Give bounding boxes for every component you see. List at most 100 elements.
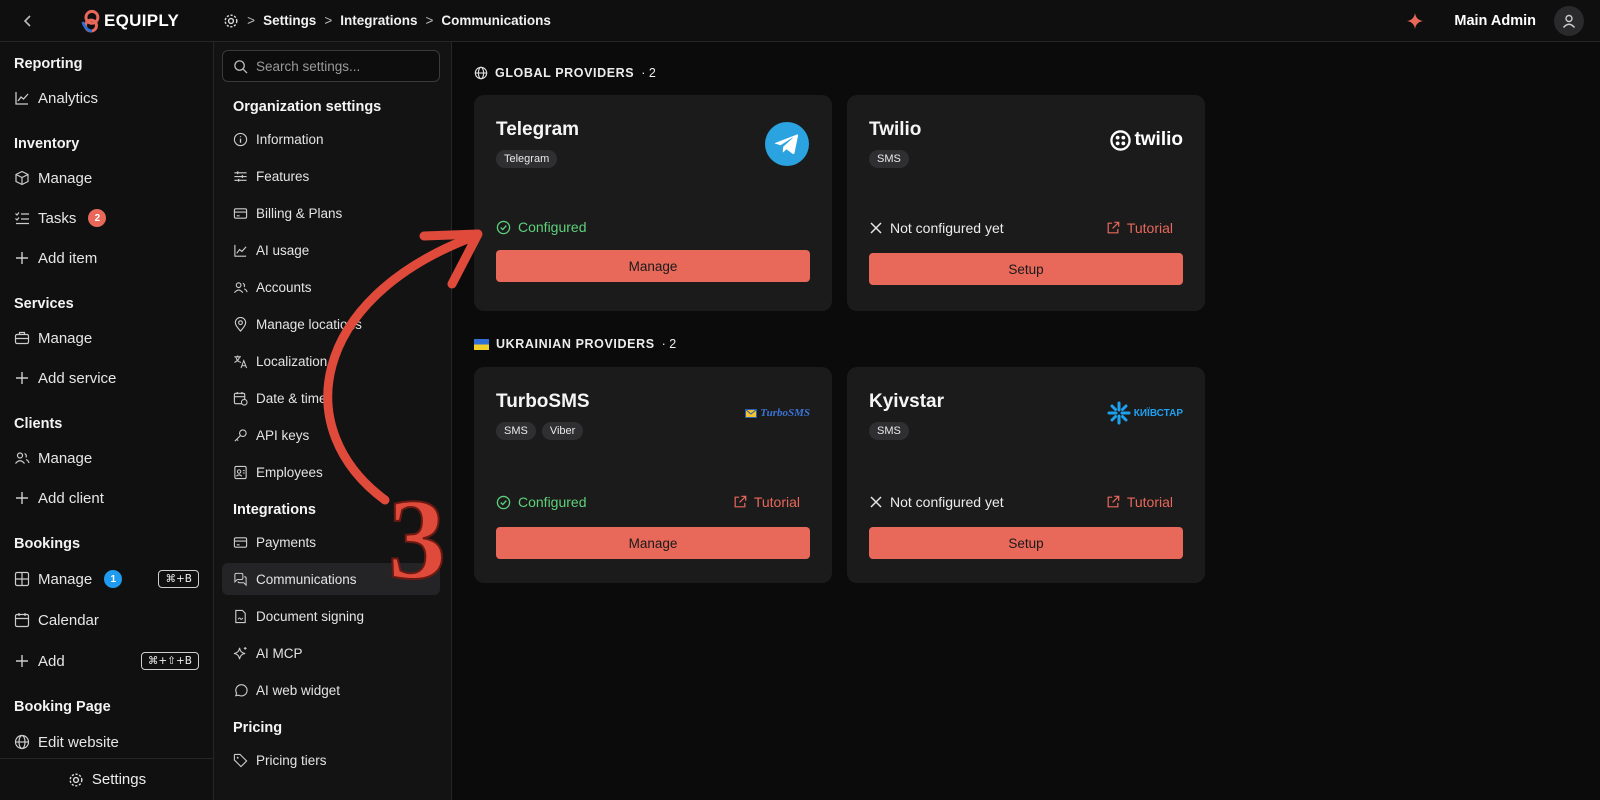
file-signature-icon [233, 609, 248, 624]
provider-card-kyivstar: Kyivstar SMS КИЇВСТАР Not configured yet… [847, 367, 1205, 583]
group-title: UKRAINIAN PROVIDERS [496, 337, 655, 351]
breadcrumb-settings[interactable]: Settings [263, 13, 316, 28]
sparkle-icon[interactable] [1406, 12, 1424, 30]
nav-item-add-service[interactable]: Add service [14, 365, 199, 391]
nav-item-tasks[interactable]: Tasks 2 [14, 205, 199, 231]
nav-item-bookings-manage[interactable]: Manage 1 ⌘+B [14, 566, 199, 592]
top-right-controls: Main Admin [1406, 0, 1584, 42]
map-pin-icon [233, 316, 248, 332]
channel-tag: SMS [869, 422, 909, 440]
channel-tag: SMS [496, 422, 536, 440]
status-text: Configured [518, 219, 587, 235]
nav-section-reporting: Reporting [14, 56, 83, 72]
global-providers-header: GLOBAL PROVIDERS · 2 [474, 66, 656, 80]
manage-button[interactable]: Manage [496, 250, 810, 282]
settings-item-label: Billing & Plans [256, 205, 343, 221]
tutorial-link[interactable]: Tutorial [1106, 220, 1173, 236]
nav-item-add-client[interactable]: Add client [14, 485, 199, 511]
settings-item-accounts[interactable]: Accounts [222, 271, 440, 303]
channel-tag: SMS [869, 150, 909, 168]
settings-item-api-keys[interactable]: API keys [222, 419, 440, 451]
settings-item-employees[interactable]: Employees [222, 456, 440, 488]
provider-name: TurboSMS [496, 391, 590, 412]
nav-item-calendar[interactable]: Calendar [14, 607, 199, 633]
settings-button[interactable]: Settings [0, 758, 213, 800]
settings-item-label: Payments [256, 534, 317, 550]
section-pricing: Pricing [233, 720, 283, 736]
settings-item-date-time[interactable]: Date & time [222, 382, 440, 414]
nav-item-inventory-manage[interactable]: Manage [14, 165, 199, 191]
search-input[interactable]: Search settings... [222, 50, 440, 82]
gear-icon[interactable] [223, 13, 239, 29]
nav-item-clients-manage[interactable]: Manage [14, 445, 199, 471]
provider-name: Telegram [496, 119, 580, 140]
nav-item-label: Tasks [38, 209, 77, 227]
user-icon [1562, 14, 1576, 28]
settings-item-label: AI web widget [256, 682, 341, 698]
tutorial-label: Tutorial [1126, 220, 1173, 236]
settings-item-communications[interactable]: Communications [222, 563, 440, 595]
settings-item-pricing-tiers[interactable]: Pricing tiers [222, 744, 440, 776]
settings-item-payments[interactable]: Payments [222, 526, 440, 558]
credit-card-icon [233, 535, 248, 550]
nav-item-add-item[interactable]: Add item [14, 245, 199, 271]
user-name[interactable]: Main Admin [1454, 13, 1536, 29]
logo-text: EQUIPLY [104, 10, 180, 30]
plus-icon [14, 653, 30, 669]
manage-button[interactable]: Manage [496, 527, 810, 559]
provider-name: Kyivstar [869, 391, 944, 412]
box-icon [14, 170, 30, 186]
kyivstar-star-icon [1107, 401, 1131, 425]
nav-item-label: Manage [38, 570, 93, 588]
turbosms-logo-text: TurboSMS [760, 407, 810, 419]
chevron-left-icon [23, 14, 31, 27]
nav-item-label: Add client [38, 489, 104, 507]
users-icon [233, 280, 248, 295]
settings-item-document-signing[interactable]: Document signing [222, 600, 440, 632]
tutorial-link[interactable]: Tutorial [733, 494, 800, 510]
settings-item-features[interactable]: Features [222, 160, 440, 192]
provider-card-telegram: Telegram Telegram Configured Manage [474, 95, 832, 311]
nav-item-add-booking[interactable]: Add ⌘+⇧+B [14, 648, 199, 674]
check-circle-icon [496, 220, 511, 234]
setup-button[interactable]: Setup [869, 253, 1183, 285]
settings-item-ai-usage[interactable]: AI usage [222, 234, 440, 266]
settings-item-label: AI MCP [256, 645, 303, 661]
briefcase-icon [14, 330, 30, 346]
tutorial-link[interactable]: Tutorial [1106, 494, 1173, 510]
settings-item-ai-web-widget[interactable]: AI web widget [222, 674, 440, 706]
setup-button[interactable]: Setup [869, 527, 1183, 559]
chat-bubbles-icon [233, 572, 248, 587]
nav-item-analytics[interactable]: Analytics [14, 85, 199, 111]
nav-item-label: Edit website [38, 733, 119, 751]
nav-section-services: Services [14, 296, 74, 312]
settings-item-label: Communications [256, 571, 357, 587]
status-text: Not configured yet [890, 494, 1004, 510]
tag-icon [233, 753, 248, 768]
provider-tags: Telegram [496, 150, 558, 168]
breadcrumb-integrations[interactable]: Integrations [340, 13, 417, 28]
search-icon [234, 59, 248, 74]
kyivstar-logo-text: КИЇВСТАР [1133, 407, 1183, 419]
settings-item-localization[interactable]: Localization [222, 345, 440, 377]
x-icon [870, 496, 882, 508]
settings-item-billing[interactable]: Billing & Plans [222, 197, 440, 229]
nav-item-edit-website[interactable]: Edit website [14, 729, 199, 755]
settings-item-information[interactable]: Information [222, 123, 440, 155]
app-logo[interactable]: EQUIPLY [80, 9, 179, 33]
settings-item-manage-locations[interactable]: Manage locations [222, 308, 440, 340]
key-icon [233, 428, 248, 443]
settings-item-label: API keys [256, 427, 310, 443]
info-icon [233, 132, 248, 147]
turbosms-logo: TurboSMS [745, 407, 810, 419]
back-button[interactable] [0, 0, 56, 42]
settings-item-ai-mcp[interactable]: AI MCP [222, 637, 440, 669]
status-text: Configured [518, 494, 587, 510]
section-organization-settings: Organization settings [233, 99, 382, 115]
ukrainian-providers-header: UKRAINIAN PROVIDERS · 2 [474, 337, 676, 351]
grid-icon [14, 571, 30, 587]
nav-item-services-manage[interactable]: Manage [14, 325, 199, 351]
status-text: Not configured yet [890, 220, 1004, 236]
external-link-icon [1107, 495, 1120, 508]
avatar[interactable] [1554, 6, 1584, 36]
